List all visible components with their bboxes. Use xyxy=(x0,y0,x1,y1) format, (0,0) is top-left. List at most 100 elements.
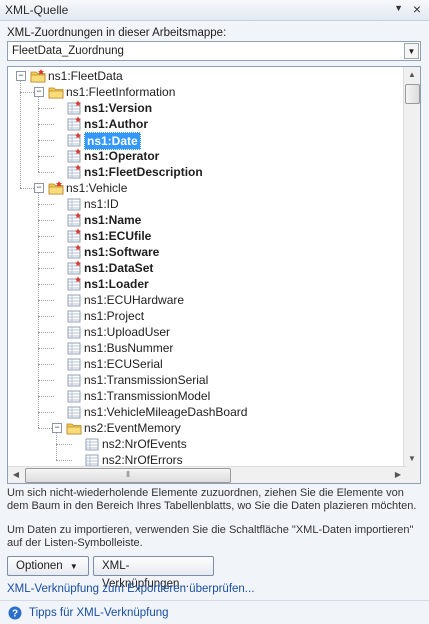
folder-icon xyxy=(66,423,82,435)
tree-node-label: ns1:ID xyxy=(84,197,119,211)
tree-node-label: ns1:ECUSerial xyxy=(84,357,163,371)
required-element-icon xyxy=(67,212,81,227)
element-icon xyxy=(67,406,81,419)
required-element-icon xyxy=(67,276,81,291)
required-element-icon xyxy=(67,100,81,115)
tree-node-label: ns1:FleetInformation xyxy=(66,85,176,99)
tree-node-label: ns2:NrOfEvents xyxy=(102,437,187,451)
tree-node-label: ns1:Version xyxy=(84,101,153,115)
element-icon xyxy=(67,390,81,403)
scroll-up-icon[interactable]: ▲ xyxy=(404,67,420,83)
tree-node[interactable]: ns1:TransmissionSerial xyxy=(8,372,406,388)
tree-node-label: ns1:TransmissionModel xyxy=(84,389,211,403)
xml-tree: − ns1:FleetData − ns1:FleetInformation ns1:V… xyxy=(8,67,406,467)
scrollbar-corner xyxy=(404,467,420,483)
tree-node[interactable]: ns1:FleetDescription xyxy=(8,164,406,180)
element-icon xyxy=(67,294,81,307)
tree-node-label: ns1:FleetData xyxy=(48,69,123,83)
map-selector-value: FleetData_Zuordnung xyxy=(12,45,124,57)
tree-node[interactable]: ns1:ECUSerial xyxy=(8,356,406,372)
tree-node-label: ns1:Loader xyxy=(84,277,149,291)
import-hint-text: Um Daten zu importieren, verwenden Sie d… xyxy=(7,524,414,549)
tree-node[interactable]: ns1:Operator xyxy=(8,148,406,164)
close-icon[interactable]: × xyxy=(413,1,421,17)
verify-export-link[interactable]: XML-Verknüpfung zum Exportieren überprüf… xyxy=(7,583,254,595)
folder-icon xyxy=(48,181,64,195)
tree-node[interactable]: ns1:Author xyxy=(8,116,406,132)
tree-node[interactable]: ns1:Software xyxy=(8,244,406,260)
tree-node[interactable]: − ns1:FleetInformation xyxy=(8,84,406,100)
element-icon xyxy=(67,342,81,355)
tree-node-label: ns1:Name xyxy=(84,213,142,227)
required-element-icon xyxy=(67,148,81,163)
tree-node[interactable]: ns1:BusNummer xyxy=(8,340,406,356)
collapse-toggle-icon[interactable]: − xyxy=(16,71,26,81)
vertical-scrollbar[interactable]: ▲ ▼ xyxy=(403,67,420,467)
tree-node[interactable]: ns1:ECUfile xyxy=(8,228,406,244)
divider xyxy=(0,600,429,601)
pane-title: XML-Quelle xyxy=(5,3,69,17)
folder-icon xyxy=(48,87,64,99)
collapse-toggle-icon[interactable]: − xyxy=(34,183,44,193)
tree-node-label: ns1:ECUfile xyxy=(84,229,152,243)
vertical-scroll-thumb[interactable] xyxy=(405,84,420,104)
tree-node[interactable]: ns1:VehicleMileageDashBoard xyxy=(8,404,406,420)
tree-node[interactable]: − ns1:FleetData xyxy=(8,68,406,84)
element-icon xyxy=(67,358,81,371)
element-icon xyxy=(85,438,99,451)
tree-node[interactable]: − ns1:Vehicle xyxy=(8,180,406,196)
xml-tree-view[interactable]: − ns1:FleetData − ns1:FleetInformation ns1:V… xyxy=(7,66,421,484)
dropdown-arrow-icon[interactable]: ▼ xyxy=(404,43,419,59)
element-icon xyxy=(67,310,81,323)
tree-node[interactable]: ns1:Date xyxy=(8,132,406,150)
tree-node-label: ns1:UploadUser xyxy=(84,325,171,339)
maps-label: XML-Zuordnungen in dieser Arbeitsmappe: xyxy=(7,27,227,39)
tree-node-label: ns1:ECUHardware xyxy=(84,293,185,307)
drag-hint-text: Um sich nicht-wiederholende Elemente zuz… xyxy=(7,487,417,512)
xml-mappings-button[interactable]: XML-Verknüpfungen... xyxy=(93,556,214,590)
tree-node[interactable]: ns2:NrOfEvents xyxy=(8,436,406,452)
tree-node[interactable]: ns1:Version xyxy=(8,100,406,116)
tree-node-label: ns1:Operator xyxy=(84,149,160,163)
tree-node[interactable]: ns1:TransmissionModel xyxy=(8,388,406,404)
tree-node[interactable]: ns1:DataSet xyxy=(8,260,406,276)
tree-node-label: ns1:FleetDescription xyxy=(84,165,203,179)
task-pane-header: XML-Quelle ▼ × xyxy=(0,0,429,21)
options-button-label: Optionen xyxy=(16,560,63,572)
pane-menu-arrow-icon[interactable]: ▼ xyxy=(394,3,403,13)
tree-node[interactable]: ns1:Name xyxy=(8,212,406,228)
tree-node[interactable]: ns1:Project xyxy=(8,308,406,324)
scroll-down-icon[interactable]: ▼ xyxy=(404,451,420,467)
tree-node-label: ns1:Project xyxy=(84,309,145,323)
tree-node-label: ns1:VehicleMileageDashBoard xyxy=(84,405,248,419)
map-selector[interactable]: FleetData_Zuordnung ▼ xyxy=(7,41,421,61)
svg-text:?: ? xyxy=(12,609,18,620)
tree-node[interactable]: ns1:ECUHardware xyxy=(8,292,406,308)
tree-node[interactable]: ns1:Loader xyxy=(8,276,406,292)
help-icon[interactable]: ? xyxy=(8,606,22,620)
required-element-icon xyxy=(67,260,81,275)
tree-node-label: ns1:BusNummer xyxy=(84,341,174,355)
tree-node-label: ns2:EventMemory xyxy=(84,421,181,435)
chevron-down-icon: ▼ xyxy=(69,562,78,571)
collapse-toggle-icon[interactable]: − xyxy=(34,87,44,97)
scroll-left-icon[interactable]: ◀ xyxy=(8,467,24,483)
tree-node-label: ns1:Author xyxy=(84,117,148,131)
horizontal-scroll-thumb[interactable]: ⦀ xyxy=(25,468,231,483)
horizontal-scrollbar[interactable]: ◀ ⦀ ▶ xyxy=(8,466,406,483)
required-element-icon xyxy=(67,132,81,147)
tree-node[interactable]: ns1:ID xyxy=(8,196,406,212)
required-element-icon xyxy=(67,116,81,131)
tree-node[interactable]: − ns2:EventMemory xyxy=(8,420,406,436)
tree-node-label: ns1:TransmissionSerial xyxy=(84,373,209,387)
collapse-toggle-icon[interactable]: − xyxy=(52,423,62,433)
xml-tips-link[interactable]: Tipps für XML-Verknüpfung xyxy=(29,607,169,619)
tree-node-label: ns1:DataSet xyxy=(84,261,154,275)
tree-node-label: ns1:Vehicle xyxy=(66,181,128,195)
folder-icon xyxy=(30,69,46,83)
required-element-icon xyxy=(67,244,81,259)
tree-node-label: ns1:Software xyxy=(84,245,160,259)
required-element-icon xyxy=(67,228,81,243)
tree-node[interactable]: ns1:UploadUser xyxy=(8,324,406,340)
options-button[interactable]: Optionen ▼ xyxy=(7,556,89,576)
